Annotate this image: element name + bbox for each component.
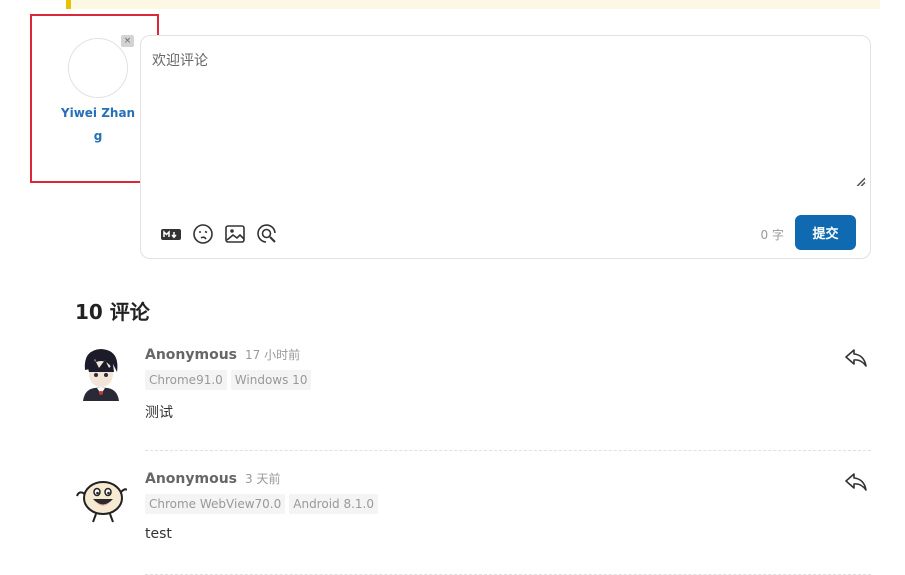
- comment-editor: 0 字 提交: [140, 35, 871, 259]
- browser-badge: Chrome WebView70.0: [145, 494, 286, 514]
- reply-icon[interactable]: [845, 472, 867, 492]
- comment-nick: Anonymous: [145, 471, 238, 487]
- login-username[interactable]: Yiwei Zhang: [60, 102, 136, 148]
- comment-nick: Anonymous: [145, 347, 238, 363]
- editor-toolbar: [159, 222, 279, 246]
- preview-icon[interactable]: [255, 222, 279, 246]
- image-icon[interactable]: [223, 222, 247, 246]
- comment-body: Anonymous 17 小时前 Chrome91.0 Windows 10 测…: [145, 346, 871, 422]
- notice-bar: [66, 0, 880, 9]
- user-avatar[interactable]: [68, 38, 128, 98]
- avatar: [76, 481, 127, 523]
- markdown-icon[interactable]: [159, 222, 183, 246]
- login-area: × Yiwei Zhang: [60, 35, 136, 148]
- submit-button[interactable]: 提交: [795, 215, 856, 250]
- emoji-icon[interactable]: [191, 222, 215, 246]
- comment-header: Anonymous 3 天前: [145, 470, 871, 492]
- browser-badge: Chrome91.0: [145, 370, 227, 390]
- comment-content: 测试: [145, 405, 173, 421]
- comment-header: Anonymous 17 小时前: [145, 346, 871, 368]
- comment-content: test: [145, 526, 172, 542]
- os-badge: Android 8.1.0: [289, 494, 378, 514]
- resize-grip-icon[interactable]: [855, 176, 865, 186]
- comment-item: Anonymous 3 天前 Chrome WebView70.0 Androi…: [75, 470, 871, 575]
- comment-textarea[interactable]: [152, 50, 866, 187]
- comment-meta: Chrome91.0 Windows 10: [145, 370, 871, 390]
- comment-body: Anonymous 3 天前 Chrome WebView70.0 Androi…: [145, 470, 871, 542]
- word-count: 0 字: [760, 228, 784, 242]
- logout-close-button[interactable]: ×: [121, 35, 134, 47]
- comment-divider: [145, 450, 871, 451]
- comments-count-title: 10 评论: [75, 300, 150, 324]
- os-badge: Windows 10: [230, 370, 312, 390]
- comment-item: Anonymous 17 小时前 Chrome91.0 Windows 10 测…: [75, 346, 871, 451]
- comment-time: 3 天前: [245, 472, 281, 486]
- comment-time: 17 小时前: [245, 348, 301, 362]
- avatar: [77, 349, 125, 401]
- comment-meta: Chrome WebView70.0 Android 8.1.0: [145, 494, 871, 514]
- reply-icon[interactable]: [845, 348, 867, 368]
